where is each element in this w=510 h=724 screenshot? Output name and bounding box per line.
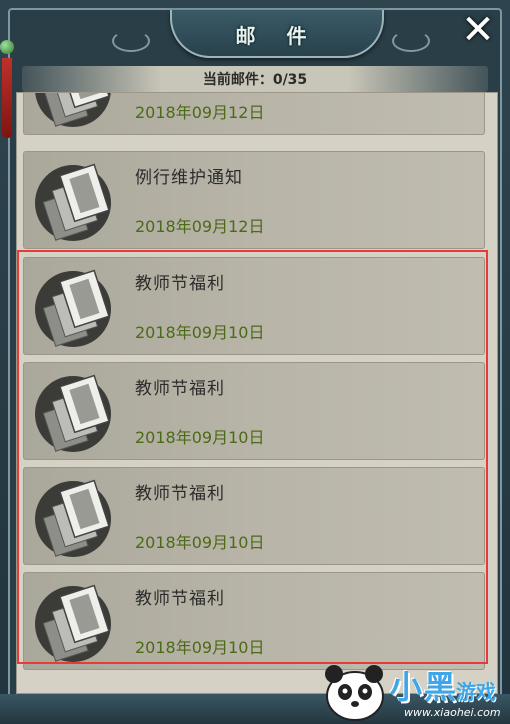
mail-title: 教师节福利 bbox=[135, 589, 225, 609]
mail-counter: 当前邮件：0/35 bbox=[22, 66, 488, 92]
watermark-url: www.xiaohei.com bbox=[404, 706, 501, 719]
mail-envelope-icon bbox=[35, 93, 111, 127]
jade-bead-icon bbox=[0, 40, 14, 54]
cloud-swirl-right-icon bbox=[392, 30, 430, 52]
close-icon: ✕ bbox=[461, 7, 495, 53]
mail-title: 教师节福利 bbox=[135, 379, 225, 399]
mail-item[interactable]: 教师节福利 2018年09月10日 bbox=[23, 362, 485, 460]
mail-item[interactable]: 教师节福利 2018年09月10日 bbox=[23, 467, 485, 565]
mail-envelope-icon bbox=[35, 584, 111, 662]
mail-item[interactable]: 2018年09月12日 bbox=[23, 93, 485, 135]
mail-date: 2018年09月12日 bbox=[135, 103, 265, 122]
mail-envelope-icon bbox=[35, 374, 111, 452]
close-button[interactable]: ✕ bbox=[456, 7, 500, 53]
panda-mascot-icon bbox=[325, 665, 384, 721]
window-header: 邮 件 bbox=[20, 10, 490, 58]
red-tassel-icon bbox=[2, 58, 12, 138]
mail-date: 2018年09月10日 bbox=[135, 533, 265, 552]
cloud-swirl-left-icon bbox=[112, 30, 150, 52]
mail-item[interactable]: 例行维护通知 2018年09月12日 bbox=[23, 151, 485, 249]
mail-item[interactable]: 教师节福利 2018年09月10日 bbox=[23, 257, 485, 355]
mail-envelope-icon bbox=[35, 163, 111, 241]
mail-title: 教师节福利 bbox=[135, 274, 225, 294]
watermark-logo: 小黑 游戏 www.xiaohei.com bbox=[316, 652, 506, 722]
mail-date: 2018年09月12日 bbox=[135, 217, 265, 236]
mail-date: 2018年09月10日 bbox=[135, 638, 265, 657]
watermark-brand: 小黑 bbox=[390, 668, 459, 706]
window-title: 邮 件 bbox=[235, 24, 319, 48]
mail-date: 2018年09月10日 bbox=[135, 428, 265, 447]
mail-date: 2018年09月10日 bbox=[135, 323, 265, 342]
mail-title: 例行维护通知 bbox=[135, 168, 243, 188]
watermark-brand-suffix: 游戏 bbox=[456, 680, 496, 704]
mail-envelope-icon bbox=[35, 269, 111, 347]
mail-list[interactable]: 2018年09月12日 例行维护通知 2018年09月12日 教师节福利 201… bbox=[16, 92, 498, 694]
mail-title: 教师节福利 bbox=[135, 484, 225, 504]
mail-envelope-icon bbox=[35, 479, 111, 557]
